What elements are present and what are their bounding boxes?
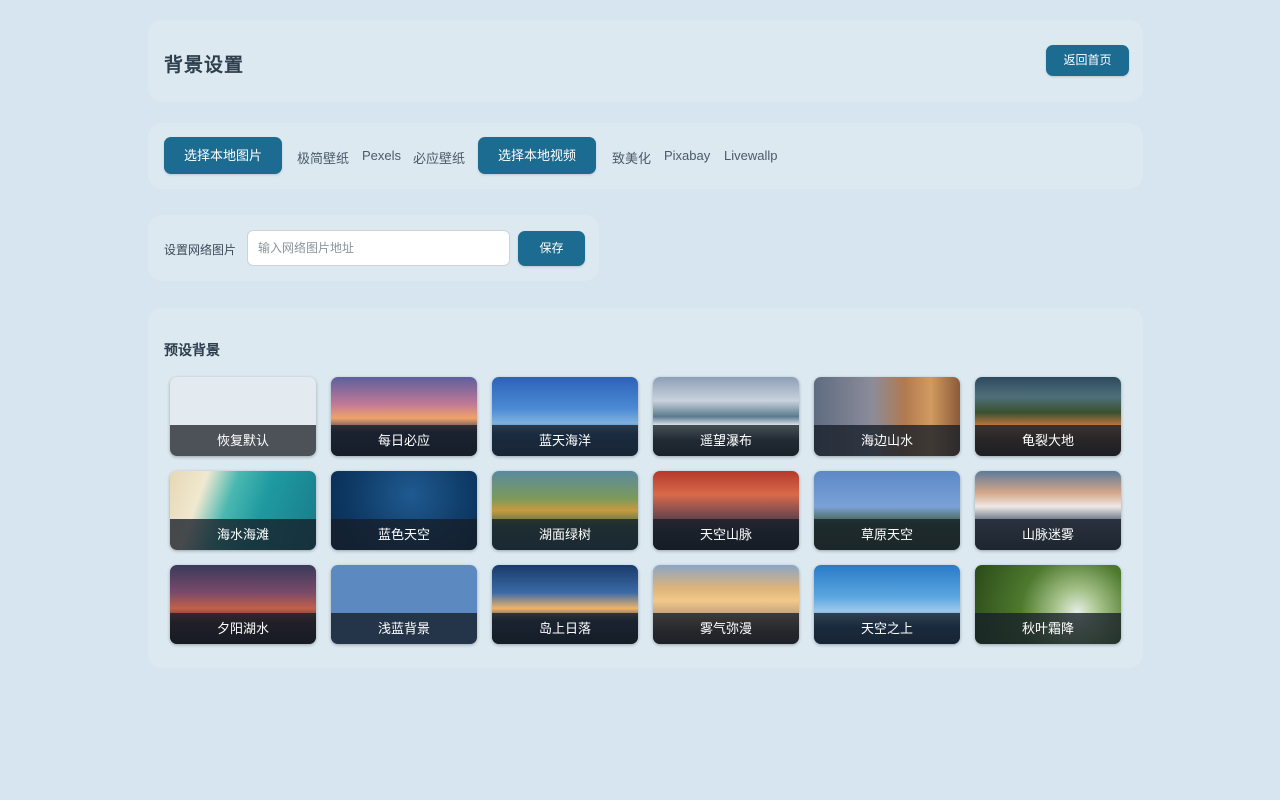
preset-card-label: 遥望瀑布 — [653, 425, 799, 456]
preset-card-restore-default[interactable]: 恢复默认 — [170, 377, 316, 456]
preset-card-label: 草原天空 — [814, 519, 960, 550]
preset-card-lake-trees[interactable]: 湖面绿树 — [492, 471, 638, 550]
source-link-livewallp[interactable]: Livewallp — [724, 148, 777, 163]
preset-card-label: 浅蓝背景 — [331, 613, 477, 644]
network-image-label: 设置网络图片 — [164, 243, 237, 257]
source-link-pixabay[interactable]: Pixabay — [664, 148, 710, 163]
preset-card-waterfall[interactable]: 遥望瀑布 — [653, 377, 799, 456]
source-link-zhimeihua[interactable]: 致美化 — [612, 148, 651, 167]
preset-card-label: 天空山脉 — [653, 519, 799, 550]
preset-card-daily-bing[interactable]: 每日必应 — [331, 377, 477, 456]
page-title: 背景设置 — [164, 55, 245, 76]
preset-card-label: 夕阳湖水 — [170, 613, 316, 644]
preset-card-misty-mountains[interactable]: 山脉迷雾 — [975, 471, 1121, 550]
preset-card-label: 湖面绿树 — [492, 519, 638, 550]
preset-card-label: 海边山水 — [814, 425, 960, 456]
preset-card-sea-beach[interactable]: 海水海滩 — [170, 471, 316, 550]
source-toolbar: 选择本地图片 极简壁纸 Pexels 必应壁纸 选择本地视频 致美化 Pixab… — [148, 123, 1143, 189]
select-local-video-button[interactable]: 选择本地视频 — [478, 137, 596, 174]
preset-card-label: 蓝色天空 — [331, 519, 477, 550]
preset-card-fog[interactable]: 雾气弥漫 — [653, 565, 799, 644]
preset-card-label: 山脉迷雾 — [975, 519, 1121, 550]
select-local-image-button[interactable]: 选择本地图片 — [164, 137, 282, 174]
preset-card-grassland-sky[interactable]: 草原天空 — [814, 471, 960, 550]
save-button[interactable]: 保存 — [518, 231, 585, 266]
preset-card-light-blue[interactable]: 浅蓝背景 — [331, 565, 477, 644]
preset-backgrounds-panel: 预设背景 恢复默认 每日必应 蓝天海洋 遥望瀑布 海边山水 龟裂大地 海水海滩 … — [148, 308, 1143, 668]
preset-card-blue-sky-ocean[interactable]: 蓝天海洋 — [492, 377, 638, 456]
preset-grid: 恢复默认 每日必应 蓝天海洋 遥望瀑布 海边山水 龟裂大地 海水海滩 蓝色天空 … — [170, 377, 1121, 644]
preset-card-label: 秋叶霜降 — [975, 613, 1121, 644]
preset-card-cracked-earth[interactable]: 龟裂大地 — [975, 377, 1121, 456]
preset-card-label: 蓝天海洋 — [492, 425, 638, 456]
back-home-button[interactable]: 返回首页 — [1046, 45, 1129, 76]
presets-title: 预设背景 — [164, 342, 220, 358]
network-image-panel: 设置网络图片 保存 — [148, 215, 599, 281]
preset-card-label: 海水海滩 — [170, 519, 316, 550]
preset-card-label: 天空之上 — [814, 613, 960, 644]
preset-card-label: 恢复默认 — [170, 425, 316, 456]
source-link-pexels[interactable]: Pexels — [362, 148, 401, 163]
preset-card-label: 雾气弥漫 — [653, 613, 799, 644]
source-link-minimal[interactable]: 极简壁纸 — [297, 148, 349, 167]
preset-card-seaside-landscape[interactable]: 海边山水 — [814, 377, 960, 456]
preset-card-sunset-lake[interactable]: 夕阳湖水 — [170, 565, 316, 644]
preset-card-blue-sky[interactable]: 蓝色天空 — [331, 471, 477, 550]
preset-card-label: 岛上日落 — [492, 613, 638, 644]
preset-card-island-sunset[interactable]: 岛上日落 — [492, 565, 638, 644]
preset-card-label: 每日必应 — [331, 425, 477, 456]
preset-card-label: 龟裂大地 — [975, 425, 1121, 456]
preset-card-autumn-frost[interactable]: 秋叶霜降 — [975, 565, 1121, 644]
source-link-bing[interactable]: 必应壁纸 — [413, 148, 465, 167]
preset-card-sky-mountains[interactable]: 天空山脉 — [653, 471, 799, 550]
network-image-url-input[interactable] — [247, 230, 510, 266]
header-panel: 背景设置 返回首页 — [148, 20, 1143, 102]
preset-card-above-sky[interactable]: 天空之上 — [814, 565, 960, 644]
